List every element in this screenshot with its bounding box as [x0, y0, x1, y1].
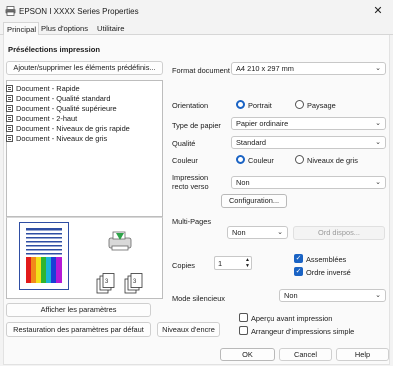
easy-arranger-label: Arrangeur d'impressions simple [251, 327, 355, 336]
orientation-label: Orientation [172, 101, 209, 110]
preset-item[interactable]: Document - Qualité standard [6, 94, 110, 103]
duplex-dropdown[interactable]: Non ⌄ [231, 176, 386, 189]
printer-illustration [107, 229, 135, 253]
collate-checkbox[interactable]: ✓ [294, 254, 303, 263]
orientation-portrait-label: Portrait [248, 101, 272, 110]
tab-plus-doptions[interactable]: Plus d'options [41, 22, 88, 35]
copies-label: Copies [172, 261, 196, 270]
preset-label: Document - Niveaux de gris rapide [16, 124, 130, 133]
duplex-label-line2: recto verso [172, 182, 209, 191]
quality-label: Qualité [172, 139, 196, 148]
ok-button[interactable]: OK [220, 348, 275, 361]
tab-principal[interactable]: Principal [3, 22, 39, 35]
quiet-mode-dropdown[interactable]: Non ⌄ [279, 289, 386, 302]
color-color-label: Couleur [248, 156, 274, 165]
chevron-down-icon: ⌄ [375, 179, 381, 186]
quality-dropdown[interactable]: Standard ⌄ [231, 136, 386, 149]
stepper-down-icon[interactable]: ▼ [245, 263, 250, 269]
preset-label: Document - Qualité supérieure [16, 104, 117, 113]
restore-defaults-button[interactable]: Restauration des paramètres par défaut [6, 322, 151, 337]
preset-item[interactable]: Document - Niveaux de gris [6, 134, 107, 143]
quiet-mode-label: Mode silencieux [172, 294, 225, 303]
configuration-button[interactable]: Configuration... [221, 194, 287, 208]
paper-type-value: Papier ordinaire [236, 119, 289, 128]
quiet-mode-value: Non [284, 291, 298, 300]
duplex-value: Non [236, 178, 250, 187]
paper-type-label: Type de papier [172, 121, 221, 130]
color-grayscale-label: Niveaux de gris [307, 156, 358, 165]
presets-title: Présélections impression [8, 45, 101, 54]
ink-levels-button[interactable]: Niveaux d'encre [157, 322, 220, 337]
collate-label: Assemblées [306, 255, 347, 264]
preset-item[interactable]: Document - Niveaux de gris rapide [6, 124, 130, 133]
window-title: EPSON I XXXX Series Properties [19, 7, 139, 16]
reverse-order-label: Ordre inversé [306, 268, 351, 277]
paper-preview-image [19, 222, 69, 290]
document-icon [6, 95, 13, 102]
page-order-button[interactable]: Ord dispos... [293, 226, 385, 240]
format-label: Format document [172, 66, 230, 75]
format-dropdown[interactable]: A4 210 x 297 mm ⌄ [231, 62, 386, 75]
help-button[interactable]: Help [336, 348, 389, 361]
close-icon[interactable]: ✕ [371, 4, 385, 18]
cancel-button[interactable]: Cancel [279, 348, 332, 361]
document-icon [6, 135, 13, 142]
orientation-portrait-radio[interactable] [236, 100, 245, 109]
copies-value: 1 [218, 259, 223, 268]
printer-app-icon [5, 6, 16, 16]
preset-item[interactable]: Document - Rapide [6, 84, 80, 93]
show-settings-button[interactable]: Afficher les paramètres [6, 303, 151, 317]
color-label: Couleur [172, 156, 198, 165]
quality-value: Standard [236, 138, 266, 147]
multipages-label: Multi-Pages [172, 217, 212, 226]
paper-type-dropdown[interactable]: Papier ordinaire ⌄ [231, 117, 386, 130]
multipages-value: Non [232, 228, 246, 237]
multipages-dropdown[interactable]: Non ⌄ [227, 226, 288, 239]
chevron-down-icon: ⌄ [375, 139, 381, 146]
preset-item[interactable]: Document - 2-haut [6, 114, 77, 123]
document-icon [6, 115, 13, 122]
print-preview-checkbox[interactable] [239, 313, 248, 322]
preset-label: Document - Rapide [16, 84, 80, 93]
color-color-radio[interactable] [236, 155, 245, 164]
document-icon [6, 125, 13, 132]
format-value: A4 210 x 297 mm [236, 64, 294, 73]
print-preview-label: Aperçu avant impression [251, 314, 333, 323]
orientation-landscape-radio[interactable] [295, 100, 304, 109]
chevron-down-icon: ⌄ [375, 292, 381, 299]
add-remove-presets-button[interactable]: Ajouter/supprimer les éléments prédéfini… [6, 61, 163, 75]
duplex-label-line1: Impression [172, 173, 209, 182]
preset-label: Document - Niveaux de gris [16, 134, 108, 143]
easy-arranger-checkbox[interactable] [239, 326, 248, 335]
document-icon [6, 105, 13, 112]
preset-label: Document - 2-haut [16, 114, 78, 123]
copies-collate-icon: 3 3 [96, 273, 154, 295]
chevron-down-icon: ⌄ [375, 65, 381, 72]
copies-stepper[interactable]: 1 ▲ ▼ [214, 256, 252, 270]
orientation-landscape-label: Paysage [307, 101, 336, 110]
preset-label: Document - Qualité standard [16, 94, 111, 103]
preset-item[interactable]: Document - Qualité supérieure [6, 104, 117, 113]
chevron-down-icon: ⌄ [277, 229, 283, 236]
tab-utilitaire[interactable]: Utilitaire [97, 22, 124, 35]
reverse-order-checkbox[interactable]: ✓ [294, 267, 303, 276]
document-icon [6, 85, 13, 92]
chevron-down-icon: ⌄ [375, 120, 381, 127]
color-grayscale-radio[interactable] [295, 155, 304, 164]
